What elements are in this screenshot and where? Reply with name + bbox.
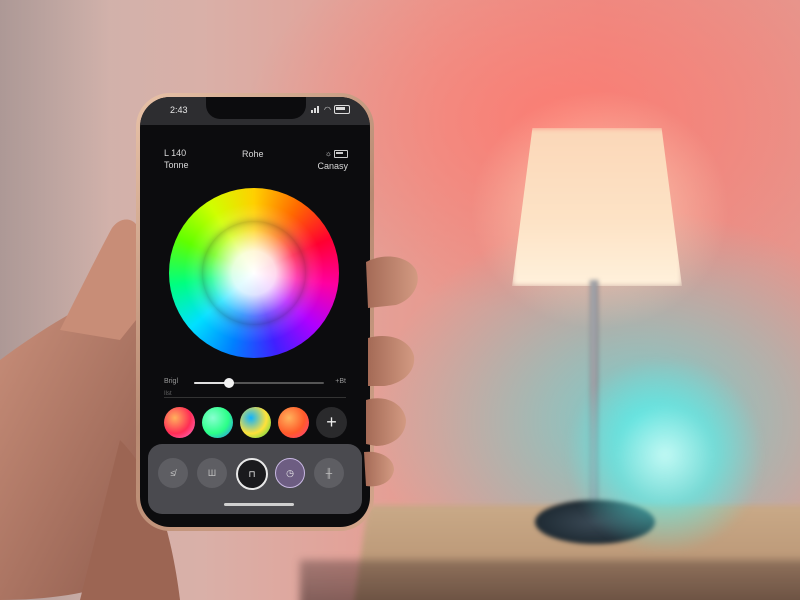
status-bar: 2:43 ◠ — [140, 97, 370, 125]
notch — [206, 97, 306, 119]
home-indicator[interactable] — [224, 503, 294, 506]
preset-red-magenta[interactable] — [164, 407, 195, 438]
nav-color[interactable]: ⊓ — [236, 458, 268, 490]
lamp-shade — [512, 128, 682, 286]
battery-icon — [334, 105, 350, 114]
header-left-line2: Tonne — [164, 160, 189, 170]
preset-yellow-green[interactable] — [240, 407, 271, 438]
color-wheel[interactable] — [169, 188, 339, 358]
nav-schedule[interactable]: Ш — [197, 458, 227, 488]
brightness-label-left: Brigl — [164, 378, 179, 385]
nav-scenes[interactable]: ≰ — [158, 458, 188, 488]
background-scene — [0, 0, 800, 600]
scenes-icon: ≰ — [170, 468, 176, 478]
timer-icon: ◷ — [286, 468, 294, 478]
header-left[interactable]: L 140 Tonne — [164, 147, 189, 171]
floor-shadow — [300, 560, 800, 600]
status-time: 2:43 — [170, 105, 188, 115]
bottom-nav: ≰ Ш ⊓ ◷ ╫ — [148, 444, 362, 514]
header-left-line1: L 140 — [164, 148, 187, 158]
header-icon-bulb: ☼ — [324, 149, 332, 158]
device-battery-icon — [334, 149, 348, 158]
wall-shadow — [0, 0, 110, 600]
divider — [164, 397, 346, 398]
phone-screen: 2:43 ◠ L 140 Tonne Rohe ☼ Canasy Brigl +… — [140, 97, 370, 527]
app-header: L 140 Tonne Rohe ☼ Canasy — [140, 147, 370, 177]
brightness-thumb[interactable] — [224, 378, 235, 388]
nav-timer[interactable]: ◷ — [275, 458, 305, 488]
nav-adjust[interactable]: ╫ — [314, 458, 344, 488]
add-preset-button[interactable]: + — [316, 407, 347, 438]
color-mode-icon: ⊓ — [248, 469, 256, 479]
preset-orange-pink[interactable] — [278, 407, 309, 438]
header-right[interactable]: ☼ Canasy — [317, 147, 348, 172]
header-title: Rohe — [242, 149, 264, 159]
schedule-icon: Ш — [207, 468, 217, 478]
color-wheel-center[interactable] — [202, 221, 306, 325]
orb-light — [560, 360, 770, 550]
color-presets: + — [164, 407, 350, 441]
signal-icon — [311, 106, 321, 113]
brightness-slider[interactable]: Brigl +Bt — [164, 376, 346, 390]
phone: 2:43 ◠ L 140 Tonne Rohe ☼ Canasy Brigl +… — [136, 93, 374, 531]
brightness-track[interactable] — [194, 378, 324, 388]
status-icons: ◠ — [311, 105, 350, 114]
wifi-icon: ◠ — [324, 105, 331, 114]
brightness-label-right: +Bt — [335, 378, 346, 385]
adjust-icon: ╫ — [325, 468, 333, 478]
preset-green-blue[interactable] — [202, 407, 233, 438]
header-right-label: Canasy — [317, 161, 348, 171]
